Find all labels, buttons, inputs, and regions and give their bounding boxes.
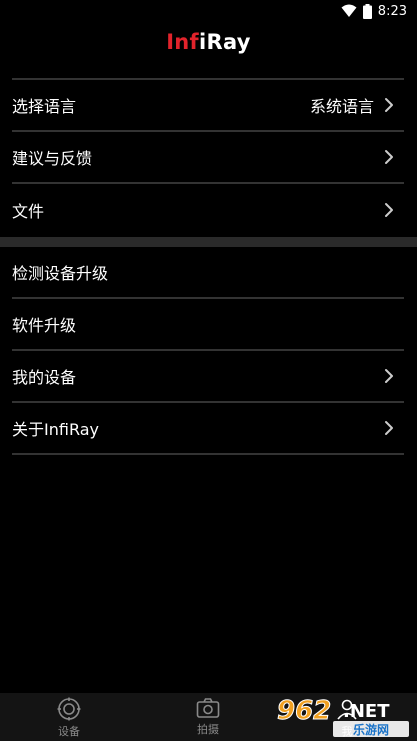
app-logo: InfiRay	[0, 30, 417, 54]
logo-iray-text: iRay	[199, 30, 251, 54]
menu-item-label: 检测设备升级	[12, 264, 109, 283]
chevron-right-icon	[385, 369, 393, 383]
menu-item-label: 关于InfiRay	[12, 420, 99, 439]
menu-item-language[interactable]: 选择语言 系统语言	[12, 80, 404, 132]
chevron-right-icon	[385, 421, 393, 435]
tab-capture[interactable]: 拍摄	[168, 697, 248, 741]
section-separator	[0, 237, 417, 247]
wifi-icon	[341, 4, 357, 17]
bottom-navigation: 设备 拍摄 我 962 .NET 乐游网	[0, 693, 417, 741]
status-bar: 8:23	[0, 0, 417, 22]
menu-item-check-device-upgrade[interactable]: 检测设备升级	[12, 247, 404, 299]
camera-icon	[196, 698, 220, 718]
watermark-brand: 962	[277, 696, 331, 726]
chevron-right-icon	[385, 150, 393, 164]
battery-icon	[362, 3, 372, 19]
tab-label: 拍摄	[197, 723, 219, 736]
status-time: 8:23	[377, 3, 407, 19]
watermark-subtitle: 乐游网	[353, 722, 389, 737]
menu-item-software-upgrade[interactable]: 软件升级	[12, 299, 404, 351]
menu-item-label: 选择语言	[12, 97, 77, 116]
menu-item-label: 建议与反馈	[12, 149, 93, 168]
menu-item-about[interactable]: 关于InfiRay	[12, 403, 404, 455]
menu-item-my-devices[interactable]: 我的设备	[12, 351, 404, 403]
logo-inf-text: Inf	[166, 30, 199, 54]
menu-item-label: 软件升级	[12, 316, 77, 335]
chevron-right-icon	[385, 98, 393, 112]
chevron-right-icon	[385, 203, 393, 217]
device-compass-icon	[57, 697, 81, 721]
watermark-logo: 962 .NET 乐游网	[277, 696, 409, 737]
menu-group-device: 检测设备升级 软件升级 我的设备 关于InfiRay	[12, 247, 404, 455]
status-icons: 8:23	[341, 2, 407, 20]
menu-item-label: 文件	[12, 202, 45, 221]
menu-item-feedback[interactable]: 建议与反馈	[12, 132, 404, 184]
watermark-suffix: .NET	[343, 701, 390, 722]
menu-group-settings: 选择语言 系统语言 建议与反馈 文件	[12, 80, 404, 236]
tab-device[interactable]: 设备	[29, 697, 109, 741]
menu-item-files[interactable]: 文件	[12, 184, 404, 236]
menu-item-label: 我的设备	[12, 368, 77, 387]
tab-label: 设备	[58, 725, 80, 738]
menu-item-value: 系统语言	[309, 97, 374, 116]
